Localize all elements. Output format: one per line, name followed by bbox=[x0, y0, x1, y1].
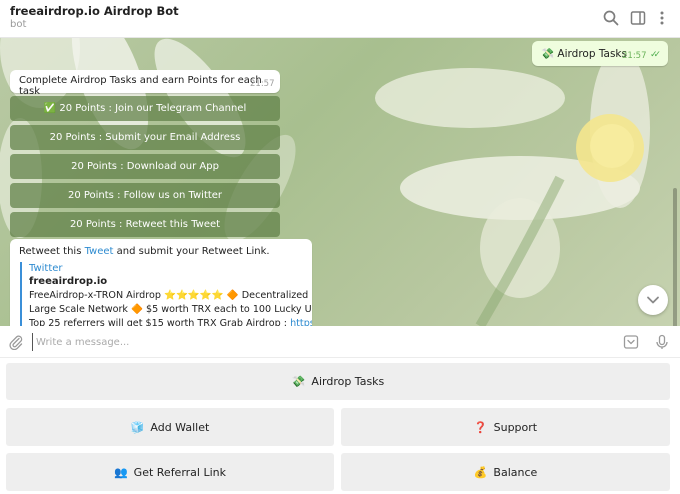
microphone-icon[interactable] bbox=[654, 334, 670, 350]
keyboard-button-referral-link[interactable]: 👥 Get Referral Link bbox=[6, 453, 334, 491]
read-ticks-icon: ✓✓ bbox=[650, 50, 661, 60]
bot-keyboard-toggle-icon[interactable] bbox=[623, 334, 639, 350]
keyboard-button-support[interactable]: ❓ Support bbox=[341, 408, 670, 446]
keyboard-button-add-wallet[interactable]: 🧊 Add Wallet bbox=[6, 408, 334, 446]
keyboard-button-label: Balance bbox=[493, 465, 538, 479]
preview-description-line: FreeAirdrop-x-TRON Airdrop ⭐⭐⭐⭐⭐ 🔶 Decen… bbox=[29, 290, 309, 301]
preview-description-line: Top 25 referrers will get $15 worth TRX … bbox=[29, 317, 312, 326]
chat-title[interactable]: freeairdrop.io Airdrop Bot bbox=[10, 4, 179, 18]
inline-button-app[interactable]: 20 Points : Download our App bbox=[10, 154, 280, 179]
retweet-message-text: Retweet this Tweet and submit your Retwe… bbox=[19, 246, 270, 257]
tweet-link[interactable]: Tweet bbox=[85, 246, 114, 257]
keyboard-button-label: Add Wallet bbox=[150, 420, 210, 434]
chevron-down-icon bbox=[647, 296, 659, 304]
keyboard-button-label: Get Referral Link bbox=[133, 465, 227, 479]
incoming-message-text: Complete Airdrop Tasks and earn Points f… bbox=[19, 75, 262, 97]
preview-site-name: Twitter bbox=[29, 263, 63, 274]
preview-title: freeairdrop.io bbox=[29, 276, 108, 287]
inline-button-telegram[interactable]: ✅ 20 Points : Join our Telegram Channel bbox=[10, 96, 280, 121]
money-wings-icon: 💸 bbox=[291, 375, 306, 388]
keyboard-button-label: Airdrop Tasks bbox=[311, 375, 385, 388]
wallet-icon: 🧊 bbox=[130, 420, 145, 434]
outgoing-message-text: 💸 Airdrop Tasks bbox=[541, 48, 627, 60]
chat-history[interactable]: 💸 Airdrop Tasks 21:57 ✓✓ Complete Airdro… bbox=[0, 38, 680, 326]
money-bag-icon: 💰 bbox=[473, 465, 488, 479]
search-icon[interactable] bbox=[602, 9, 620, 27]
link-preview[interactable]: Twitter freeairdrop.io FreeAirdrop-x-TRO… bbox=[20, 262, 312, 326]
outgoing-message-time: 21:57 bbox=[622, 51, 647, 61]
chat-scrollbar[interactable] bbox=[673, 188, 677, 326]
outgoing-message[interactable]: 💸 Airdrop Tasks 21:57 ✓✓ bbox=[532, 41, 668, 66]
message-composer bbox=[0, 326, 680, 358]
inline-button-retweet[interactable]: 20 Points : Retweet this Tweet bbox=[10, 212, 280, 237]
sidebar-toggle-icon[interactable] bbox=[629, 9, 647, 27]
keyboard-button-airdrop-tasks[interactable]: 💸 Airdrop Tasks bbox=[6, 363, 670, 400]
chat-header: freeairdrop.io Airdrop Bot bot bbox=[0, 0, 680, 38]
keyboard-button-label: Support bbox=[493, 420, 538, 434]
attach-icon[interactable] bbox=[8, 334, 24, 350]
keyboard-button-balance[interactable]: 💰 Balance bbox=[341, 453, 670, 491]
incoming-message-time: 21:57 bbox=[250, 79, 275, 89]
incoming-message[interactable]: Complete Airdrop Tasks and earn Points f… bbox=[10, 70, 280, 97]
question-mark-icon: ❓ bbox=[473, 420, 488, 434]
users-icon: 👥 bbox=[113, 465, 128, 479]
preview-url-link[interactable]: https://t.co... bbox=[290, 318, 312, 326]
more-options-icon[interactable] bbox=[653, 9, 671, 27]
message-input[interactable] bbox=[32, 333, 592, 351]
inline-button-twitter[interactable]: 20 Points : Follow us on Twitter bbox=[10, 183, 280, 208]
preview-description-line: Large Scale Network 🔶 $5 worth TRX each … bbox=[29, 304, 312, 315]
retweet-message[interactable]: Retweet this Tweet and submit your Retwe… bbox=[10, 239, 312, 326]
inline-button-email[interactable]: 20 Points : Submit your Email Address bbox=[10, 125, 280, 150]
chat-subtitle: bot bbox=[10, 19, 27, 30]
scroll-to-bottom-button[interactable] bbox=[638, 285, 668, 315]
